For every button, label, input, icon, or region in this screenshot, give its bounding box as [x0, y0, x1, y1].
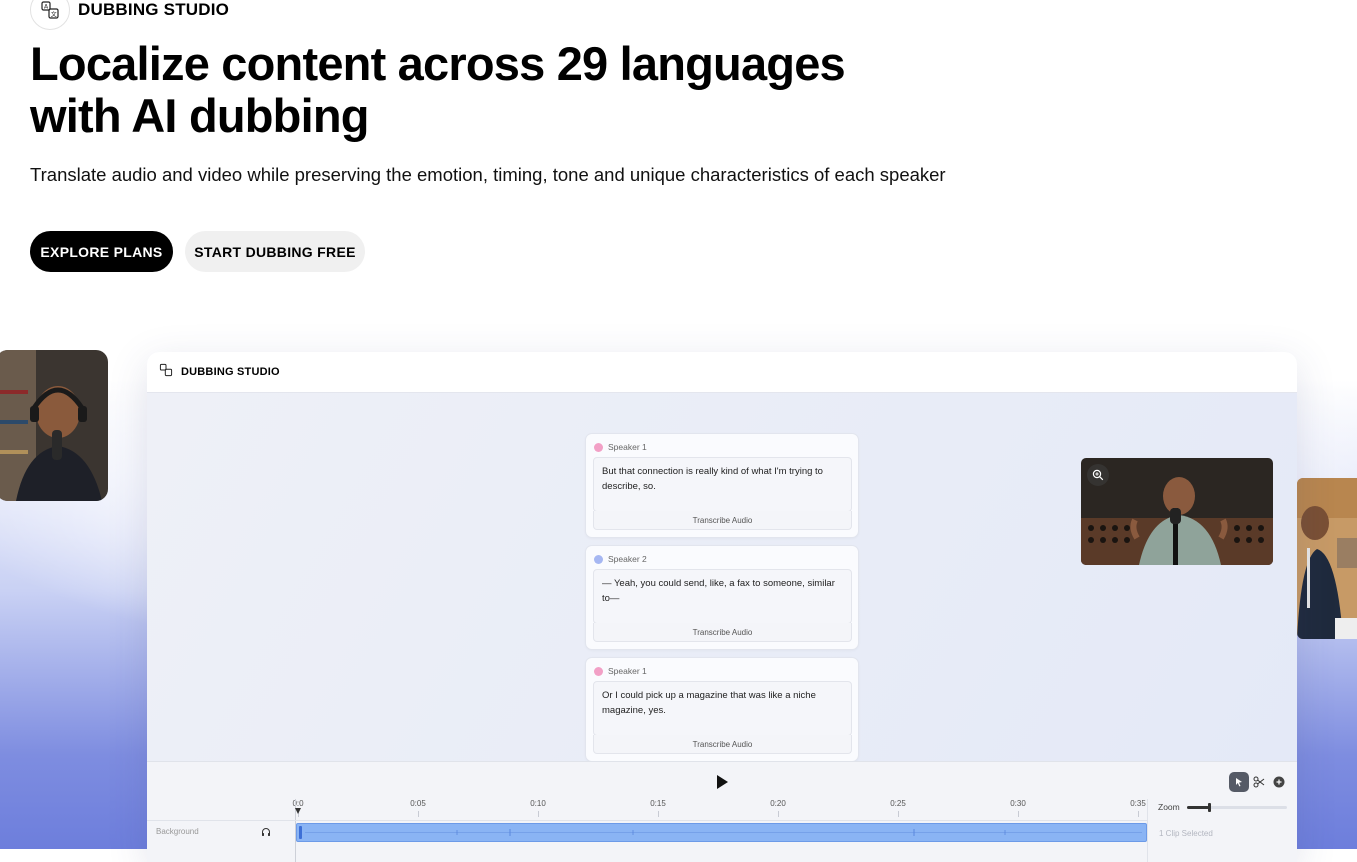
- speaker-name: Speaker 1: [608, 442, 647, 452]
- transcribe-audio-button[interactable]: Transcribe Audio: [593, 511, 852, 530]
- clip-selection-status: 1 Clip Selected: [1159, 829, 1213, 838]
- scissors-icon[interactable]: [1249, 772, 1269, 792]
- zoom-slider[interactable]: [1187, 803, 1287, 812]
- tick-label: 0:35: [1130, 799, 1146, 808]
- hero-subtitle: Translate audio and video while preservi…: [30, 164, 946, 185]
- zoom-in-icon[interactable]: [1087, 464, 1109, 486]
- headphones-icon[interactable]: [260, 826, 272, 838]
- tick-mark: [778, 811, 779, 817]
- zoom-slider-handle[interactable]: [1208, 803, 1211, 812]
- speaker-color-dot: [594, 442, 603, 452]
- tick-mark: [538, 811, 539, 817]
- explore-plans-button[interactable]: EXPLORE PLANS: [30, 231, 173, 272]
- tick-label: 0:05: [410, 799, 426, 808]
- timeline: 0:0 0:05 0:10 0:15 0:20 0:25 0:30 0:35 Zoom Bac…: [147, 761, 1297, 862]
- zoom-slider-fill: [1187, 806, 1209, 809]
- transcript-textbox[interactable]: But that connection is really kind of wh…: [593, 457, 852, 512]
- speaker-thumbnail-left: [0, 350, 108, 501]
- add-icon[interactable]: [1269, 772, 1289, 792]
- transcript-text: But that connection is really kind of wh…: [602, 466, 823, 492]
- speaker-color-dot: [594, 554, 603, 564]
- tick-mark: [658, 811, 659, 817]
- timeline-tools: [1229, 772, 1289, 792]
- start-dubbing-free-button[interactable]: START DUBBING FREE: [185, 231, 365, 272]
- transcript-text: Or I could pick up a magazine that was l…: [602, 690, 816, 716]
- dubbing-studio-app: DUBBING STUDIO Speaker 1 But that connec…: [147, 352, 1297, 862]
- play-icon[interactable]: [712, 772, 732, 792]
- app-header: DUBBING STUDIO: [147, 352, 1297, 393]
- track-name: Background: [156, 827, 199, 836]
- tick-label: 0:20: [770, 799, 786, 808]
- brand-label: DUBBING STUDIO: [78, 0, 230, 19]
- video-preview[interactable]: [1081, 458, 1273, 565]
- translate-icon: A 文: [30, 0, 70, 30]
- speaker-label: Speaker 2: [594, 554, 647, 564]
- speaker-name: Speaker 1: [608, 666, 647, 676]
- svg-text:文: 文: [51, 11, 57, 19]
- brand: A 文 DUBBING STUDIO: [30, 0, 229, 30]
- transcribe-audio-button[interactable]: Transcribe Audio: [593, 735, 852, 754]
- transcript-text: — Yeah, you could send, like, a fax to s…: [602, 578, 835, 604]
- speaker-color-dot: [594, 666, 603, 676]
- panel-divider: [1147, 799, 1148, 862]
- zoom-label: Zoom: [1158, 802, 1180, 812]
- tick-mark: [898, 811, 899, 817]
- speaker-label: Speaker 1: [594, 442, 647, 452]
- audio-clip[interactable]: [296, 823, 1147, 842]
- track-row: Background: [147, 820, 1147, 843]
- transcript-textbox[interactable]: Or I could pick up a magazine that was l…: [593, 681, 852, 736]
- transcribe-audio-button[interactable]: Transcribe Audio: [593, 623, 852, 642]
- transcript-card[interactable]: Speaker 1 Or I could pick up a magazine …: [585, 657, 859, 762]
- speaker-label: Speaker 1: [594, 666, 647, 676]
- playhead-marker[interactable]: [295, 808, 301, 814]
- speaker-thumbnail-right: [1297, 478, 1357, 639]
- tick-mark: [1138, 811, 1139, 817]
- transcript-card[interactable]: Speaker 1 But that connection is really …: [585, 433, 859, 538]
- tick-mark: [418, 811, 419, 817]
- transcript-canvas: Speaker 1 But that connection is really …: [147, 393, 1297, 762]
- select-tool-icon[interactable]: [1229, 772, 1249, 792]
- tick-label: 0:30: [1010, 799, 1026, 808]
- tick-label: 0:15: [650, 799, 666, 808]
- speaker-name: Speaker 2: [608, 554, 647, 564]
- tick-mark: [1018, 811, 1019, 817]
- translate-icon: [159, 363, 173, 382]
- transcript-textbox[interactable]: — Yeah, you could send, like, a fax to s…: [593, 569, 852, 624]
- app-title: DUBBING STUDIO: [181, 366, 280, 378]
- page-title: Localize content across 29 languages wit…: [30, 37, 846, 142]
- transcript-card[interactable]: Speaker 2 — Yeah, you could send, like, …: [585, 545, 859, 650]
- timeline-ruler[interactable]: 0:0 0:05 0:10 0:15 0:20 0:25 0:30 0:35: [292, 799, 1147, 819]
- tick-label: 0:10: [530, 799, 546, 808]
- tick-label: 0:25: [890, 799, 906, 808]
